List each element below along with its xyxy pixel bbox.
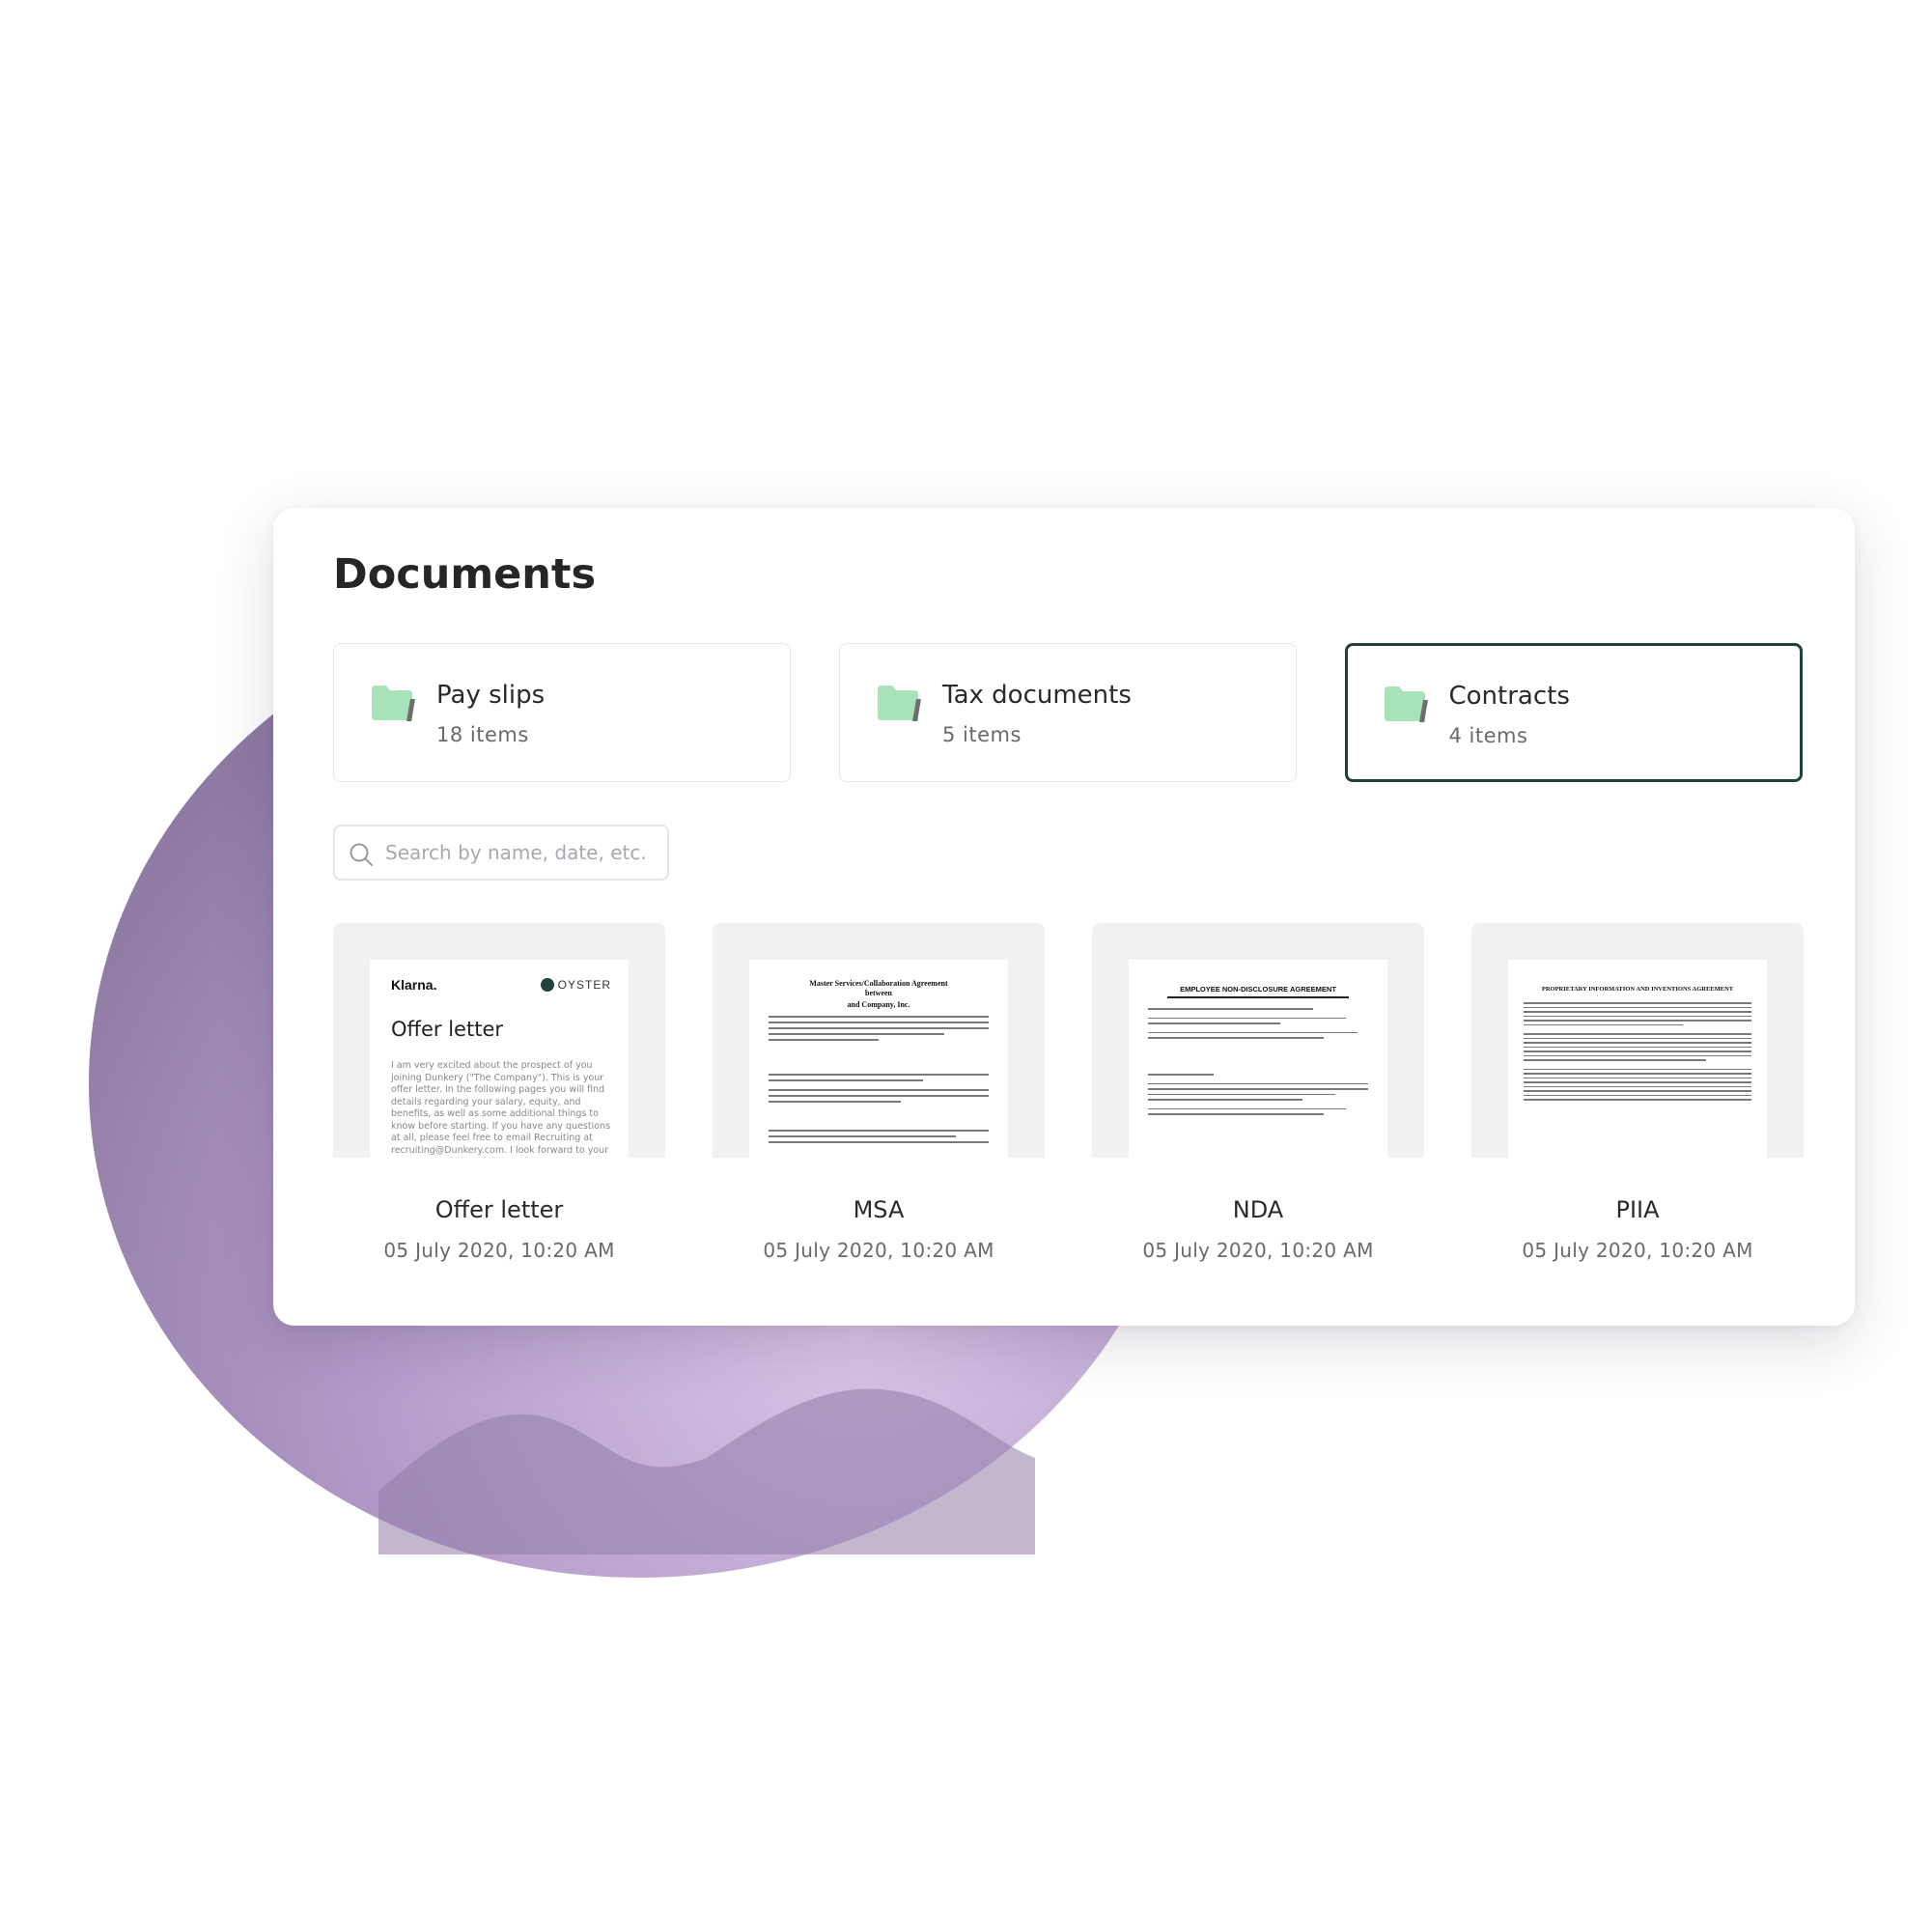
- folder-count: 4 items: [1448, 723, 1528, 747]
- document-name: MSA: [853, 1196, 905, 1223]
- preview-text-lines: [1148, 1074, 1368, 1119]
- preview-partner-logo: OYSTER: [540, 978, 611, 992]
- preview-text-lines: [1148, 1008, 1368, 1043]
- folder-icon: [372, 686, 415, 721]
- partner-logo-icon: [540, 978, 554, 992]
- document-date: 05 July 2020, 10:20 AM: [1142, 1239, 1374, 1262]
- document-preview: EMPLOYEE NON-DISCLOSURE AGREEMENT: [1129, 960, 1387, 1158]
- preview-text-lines: [769, 1074, 989, 1106]
- page-title: Documents: [333, 550, 597, 599]
- search-icon: [350, 843, 373, 866]
- preview-text-lines: [769, 1130, 989, 1147]
- document-name: NDA: [1232, 1196, 1284, 1223]
- document-name: PIIA: [1615, 1196, 1660, 1223]
- document-thumbnail[interactable]: EMPLOYEE NON-DISCLOSURE AGREEMENT: [1092, 923, 1424, 1158]
- document-preview: Master Services/Collaboration Agreement …: [749, 960, 1008, 1158]
- document-preview: PROPRIETARY INFORMATION AND INVENTIONS A…: [1508, 960, 1767, 1158]
- document-date: 05 July 2020, 10:20 AM: [383, 1239, 615, 1262]
- preview-text-lines: [1524, 1002, 1751, 1104]
- folder-count: 18 items: [436, 723, 529, 746]
- partner-logo-text: OYSTER: [557, 978, 611, 992]
- preview-body: I am very excited about the prospect of …: [391, 1060, 611, 1158]
- document-date: 05 July 2020, 10:20 AM: [1522, 1239, 1753, 1262]
- document-thumbnail[interactable]: Master Services/Collaboration Agreement …: [713, 923, 1045, 1158]
- document-card-nda[interactable]: EMPLOYEE NON-DISCLOSURE AGREEMENT NDA 05…: [1092, 923, 1424, 1262]
- preview-title: EMPLOYEE NON-DISCLOSURE AGREEMENT: [1180, 985, 1336, 994]
- preview-title: Offer letter: [391, 1018, 504, 1041]
- preview-rule: [1167, 996, 1349, 998]
- search-input[interactable]: [385, 834, 661, 871]
- document-card-piia[interactable]: PROPRIETARY INFORMATION AND INVENTIONS A…: [1471, 923, 1804, 1262]
- preview-brand-logo: Klarna.: [391, 977, 437, 993]
- document-card-offer-letter[interactable]: Klarna. OYSTER Offer letter I am very ex…: [333, 923, 665, 1262]
- folder-card-tax-documents[interactable]: Tax documents 5 items: [839, 643, 1297, 782]
- folder-count: 5 items: [942, 723, 1022, 746]
- preview-subtitle: between: [865, 989, 892, 997]
- search-box[interactable]: [333, 825, 669, 881]
- document-card-msa[interactable]: Master Services/Collaboration Agreement …: [713, 923, 1045, 1262]
- document-preview: Klarna. OYSTER Offer letter I am very ex…: [370, 960, 629, 1158]
- document-thumbnail[interactable]: Klarna. OYSTER Offer letter I am very ex…: [333, 923, 665, 1158]
- document-name: Offer letter: [434, 1196, 564, 1223]
- document-date: 05 July 2020, 10:20 AM: [763, 1239, 994, 1262]
- folder-icon: [1384, 686, 1428, 722]
- document-thumbnail[interactable]: PROPRIETARY INFORMATION AND INVENTIONS A…: [1471, 923, 1804, 1158]
- documents-panel: Documents Pay slips 18 items Tax documen…: [273, 508, 1855, 1326]
- preview-title: PROPRIETARY INFORMATION AND INVENTIONS A…: [1541, 986, 1734, 993]
- folder-name: Tax documents: [942, 681, 1132, 710]
- folder-card-contracts[interactable]: Contracts 4 items: [1345, 643, 1803, 782]
- preview-party: and Company, Inc.: [847, 1000, 910, 1009]
- folder-card-pay-slips[interactable]: Pay slips 18 items: [333, 643, 791, 782]
- folder-icon: [878, 686, 921, 721]
- preview-title: Master Services/Collaboration Agreement: [809, 979, 948, 988]
- folder-name: Contracts: [1448, 681, 1570, 711]
- folder-name: Pay slips: [436, 681, 546, 710]
- preview-text-lines: [769, 1016, 989, 1045]
